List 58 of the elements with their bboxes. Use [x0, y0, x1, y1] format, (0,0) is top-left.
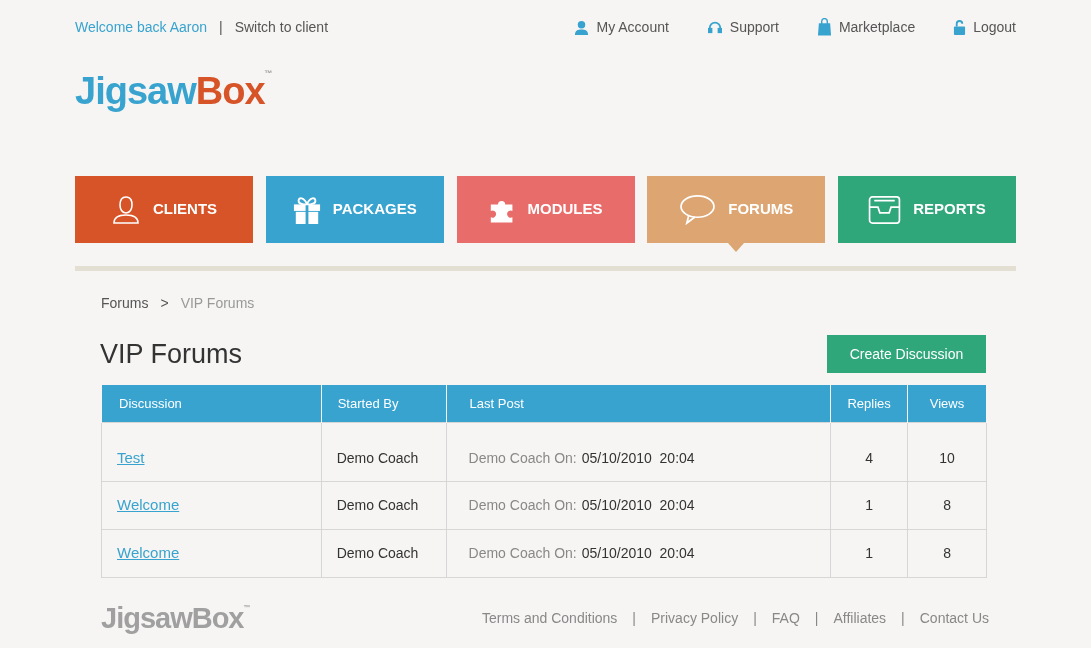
breadcrumb-link[interactable]: Forums [101, 293, 149, 314]
footer-link[interactable]: Privacy Policy [651, 608, 739, 629]
last-post-date: 05/10/2010 20:04 [581, 544, 695, 563]
table-cell: 4 [830, 422, 908, 482]
footer-separator: | [753, 609, 757, 628]
column-header[interactable]: Replies [830, 384, 908, 423]
table-cell: 1 [830, 529, 908, 578]
create-discussion-button[interactable]: Create Discussion [827, 335, 986, 374]
last-post-author: Demo Coach On: [468, 544, 577, 563]
column-header[interactable]: Views [907, 384, 987, 423]
footer-link[interactable]: FAQ [771, 608, 800, 629]
last-post-author: Demo Coach On: [468, 496, 577, 515]
footer-separator: | [632, 609, 636, 628]
padlock-icon [953, 19, 967, 35]
footer-link[interactable]: Terms and Conditions [481, 608, 618, 629]
table-cell: 8 [907, 529, 987, 578]
table-cell: Demo Coach [321, 529, 447, 578]
person-icon [574, 19, 590, 35]
nav-tab[interactable]: REPORTS [838, 176, 1016, 243]
switch-to-client-link[interactable]: Switch to client [234, 16, 329, 38]
account-menu-link[interactable]: My Account [596, 16, 669, 38]
table-cell: Demo Coach [321, 481, 447, 530]
nav-tab[interactable]: PACKAGES [265, 176, 444, 243]
column-header[interactable]: Last Post [446, 384, 831, 423]
page-heading: VIP Forums [100, 338, 243, 371]
last-post-author: Demo Coach On: [468, 449, 577, 468]
selection-pointer [728, 243, 745, 252]
footer-separator: | [814, 609, 819, 628]
breadcrumb-current: VIP Forums [180, 294, 255, 313]
headphones-icon [706, 20, 723, 34]
person-outline-icon [110, 194, 141, 225]
discussion-link[interactable]: Welcome [117, 544, 180, 562]
table-cell: 8 [907, 481, 987, 530]
account-menu-link[interactable]: Marketplace [838, 16, 916, 38]
breadcrumb-separator: > [160, 294, 169, 313]
table-cell: 10 [907, 422, 987, 482]
discussion-link[interactable]: Test [117, 449, 145, 467]
shopping-bag-icon [816, 18, 832, 36]
jigsawbox-logo[interactable]: JigsawBox™ [75, 72, 273, 110]
gift-icon [292, 194, 321, 225]
column-header[interactable]: Started By [321, 384, 447, 423]
table-cell: 1 [830, 481, 908, 530]
last-post-date: 05/10/2010 20:04 [581, 449, 695, 468]
nav-tab[interactable]: MODULES [456, 176, 635, 243]
table-cell: Demo Coach [321, 422, 447, 482]
inbox-tray-icon [868, 195, 902, 224]
separator: | [219, 17, 223, 37]
footer-link[interactable]: Affiliates [833, 608, 887, 629]
last-post-date: 05/10/2010 20:04 [581, 496, 695, 515]
account-menu-link[interactable]: Support [729, 16, 779, 38]
speech-bubble-icon [679, 194, 717, 225]
footer-separator: | [901, 609, 905, 628]
footer-link[interactable]: Contact Us [919, 608, 989, 629]
nav-tab[interactable]: CLIENTS [75, 176, 253, 243]
welcome-link[interactable]: Welcome back Aaron [75, 16, 208, 38]
discussion-link[interactable]: Welcome [117, 496, 180, 514]
column-header[interactable]: Discussion [101, 384, 322, 423]
account-menu-link[interactable]: Logout [973, 16, 1016, 38]
